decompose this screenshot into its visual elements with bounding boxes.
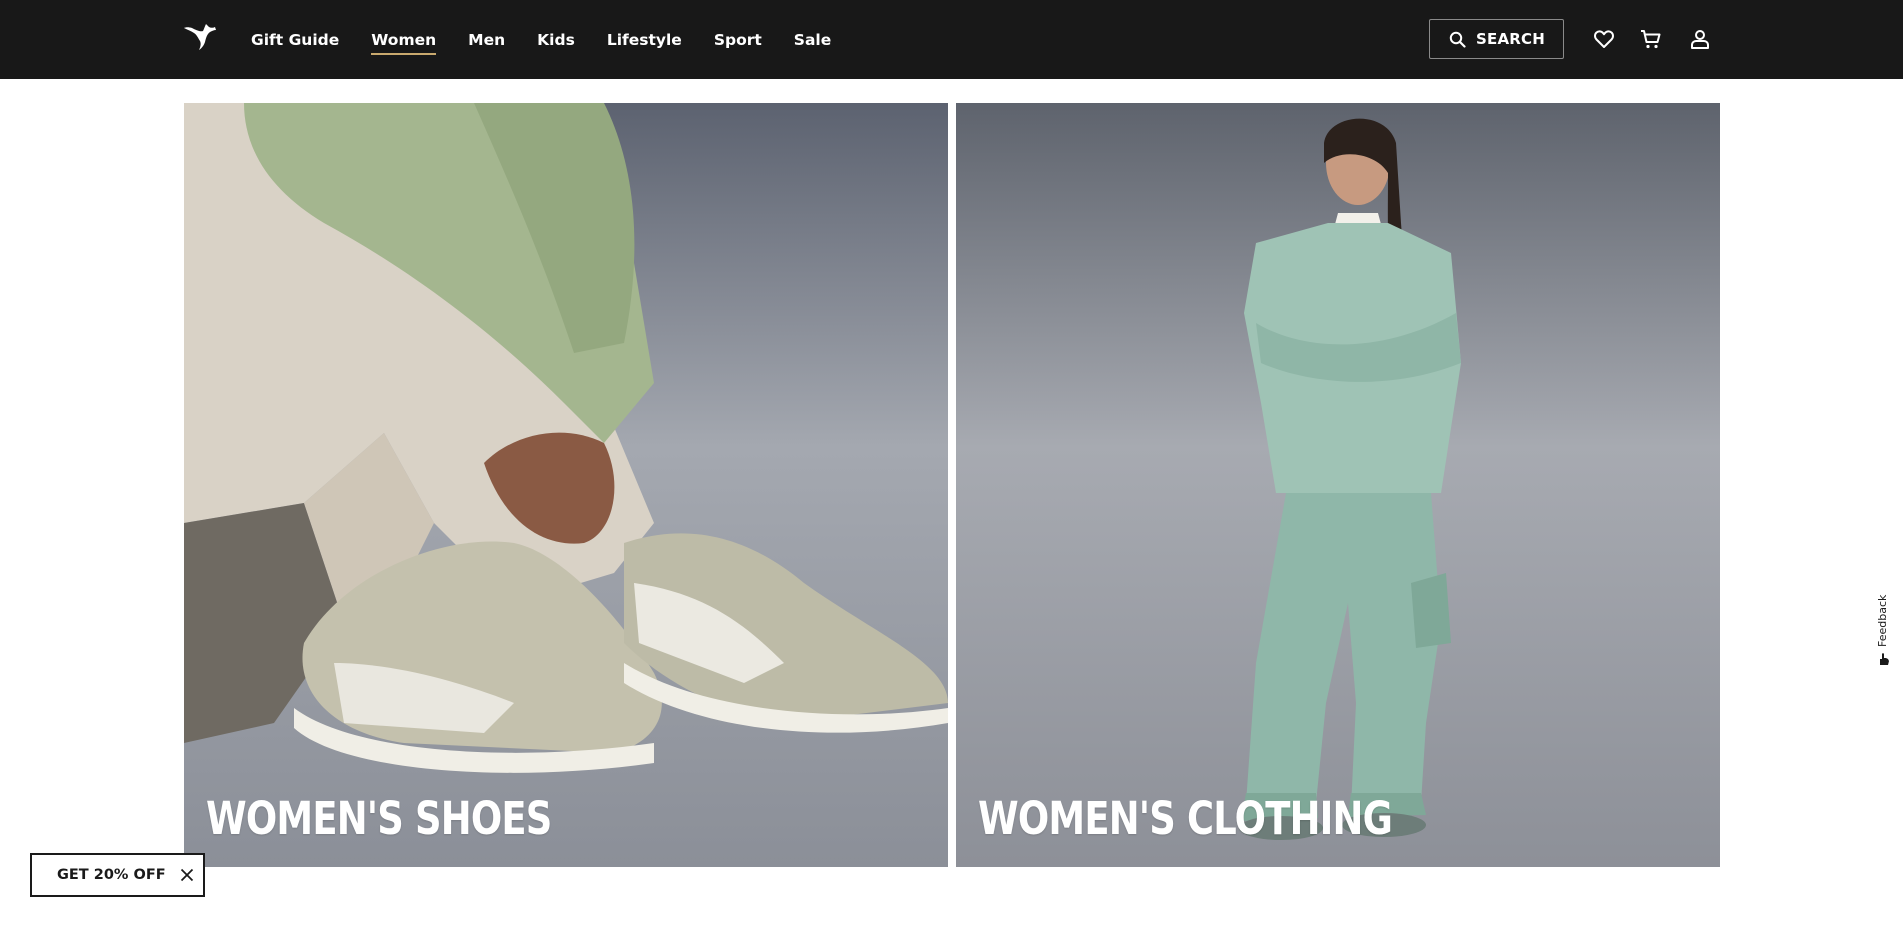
nav-sport[interactable]: Sport [714, 31, 762, 49]
search-button[interactable]: SEARCH [1429, 19, 1564, 59]
nav-kids[interactable]: Kids [537, 31, 575, 49]
nav-women[interactable]: Women [371, 31, 436, 55]
close-icon[interactable] [180, 868, 194, 882]
main-nav: Gift Guide Women Men Kids Lifestyle Spor… [251, 0, 863, 79]
discount-label: GET 20% OFF [57, 867, 166, 883]
clothing-photo [956, 103, 1720, 867]
tile-title-clothing: WOMEN'S CLOTHING [978, 792, 1393, 845]
heart-icon[interactable] [1592, 27, 1616, 51]
user-icon[interactable] [1688, 27, 1712, 51]
nav-sale[interactable]: Sale [794, 31, 831, 49]
tile-title-shoes: WOMEN'S SHOES [206, 792, 552, 845]
nav-men[interactable]: Men [468, 31, 505, 49]
search-icon [1449, 31, 1466, 48]
puma-logo-icon[interactable] [182, 22, 218, 52]
discount-popup-button[interactable]: GET 20% OFF [30, 853, 205, 897]
pointer-hand-icon [1880, 653, 1889, 665]
nav-lifestyle[interactable]: Lifestyle [607, 31, 682, 49]
cart-icon[interactable] [1639, 27, 1663, 51]
search-label: SEARCH [1476, 30, 1545, 48]
tile-womens-clothing[interactable]: WOMEN'S CLOTHING [956, 103, 1720, 867]
nav-gift-guide[interactable]: Gift Guide [251, 31, 339, 49]
top-navigation-bar: Gift Guide Women Men Kids Lifestyle Spor… [0, 0, 1903, 79]
shoes-photo [184, 103, 948, 867]
tile-womens-shoes[interactable]: WOMEN'S SHOES [184, 103, 948, 867]
feedback-label: Feedback [1876, 594, 1889, 648]
feedback-tab[interactable]: Feedback [1872, 590, 1896, 670]
